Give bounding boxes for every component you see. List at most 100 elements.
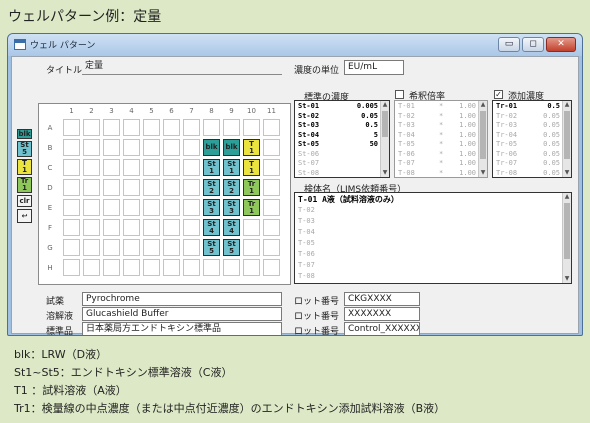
sample-row[interactable]: T-02	[295, 205, 563, 216]
std-conc-row[interactable]: St-01 0.005	[295, 102, 381, 111]
spike-row[interactable]: Tr-06 0.05	[493, 150, 563, 159]
dilution-row[interactable]: T-02 * 1.00	[395, 112, 479, 121]
dilution-row[interactable]: T-07 * 1.00	[395, 159, 479, 168]
unit-input[interactable]: EU/mL	[344, 60, 404, 75]
plate-cell[interactable]	[103, 119, 120, 136]
plate-cell[interactable]	[103, 159, 120, 176]
sample-row[interactable]: T-04	[295, 227, 563, 238]
plate-cell[interactable]	[163, 119, 180, 136]
sample-row[interactable]: T-03	[295, 216, 563, 227]
plate-cell[interactable]	[223, 119, 240, 136]
plate-well[interactable]: St 2	[203, 179, 220, 196]
plate-well[interactable]: St 5	[203, 239, 220, 256]
plate-cell[interactable]	[183, 199, 200, 216]
sample-row[interactable]: T-06	[295, 249, 563, 260]
scroll-up-icon[interactable]: ▲	[479, 101, 487, 109]
plate-cell[interactable]	[63, 239, 80, 256]
plate-cell[interactable]	[143, 199, 160, 216]
scroll-up-icon[interactable]: ▲	[563, 193, 571, 201]
spike-scrollbar[interactable]: ▲ ▼	[562, 101, 571, 177]
plate-cell[interactable]	[143, 219, 160, 236]
palette-item-5[interactable]: clr	[17, 195, 32, 207]
plate-cell[interactable]	[123, 139, 140, 156]
samples-scrollbar[interactable]: ▲ ▼	[562, 193, 571, 283]
minimize-button[interactable]: ▭	[498, 37, 520, 52]
plate-cell[interactable]	[63, 259, 80, 276]
plate-well[interactable]: T1	[243, 159, 260, 176]
scroll-up-icon[interactable]: ▲	[563, 101, 571, 109]
plate-cell[interactable]	[263, 259, 280, 276]
spike-row[interactable]: Tr-03 0.05	[493, 121, 563, 130]
plate-well[interactable]: St 4	[203, 219, 220, 236]
plate-cell[interactable]	[83, 259, 100, 276]
plate-cell[interactable]	[123, 179, 140, 196]
dilution-row[interactable]: T-08 * 1.00	[395, 169, 479, 178]
scroll-thumb[interactable]	[382, 111, 388, 137]
spike-row[interactable]: Tr-02 0.05	[493, 112, 563, 121]
lot-number-input[interactable]: CKGXXXX	[344, 292, 420, 306]
plate-cell[interactable]	[183, 259, 200, 276]
reagent-input[interactable]: Glucashield Buffer	[82, 307, 282, 321]
palette-item-2[interactable]: St 5	[17, 141, 32, 157]
plate-cell[interactable]	[183, 139, 200, 156]
plate-cell[interactable]	[103, 259, 120, 276]
sample-row[interactable]: T-08	[295, 271, 563, 282]
close-button[interactable]: ✕	[546, 37, 576, 52]
plate-cell[interactable]	[63, 219, 80, 236]
plate-cell[interactable]	[263, 159, 280, 176]
plate-well[interactable]: St 4	[223, 219, 240, 236]
reagent-input[interactable]: Pyrochrome	[82, 292, 282, 306]
plate-cell[interactable]	[83, 139, 100, 156]
plate-cell[interactable]	[243, 119, 260, 136]
plate-cell[interactable]	[103, 179, 120, 196]
dilution-row[interactable]: T-01 * 1.00	[395, 102, 479, 111]
plate-cell[interactable]	[243, 259, 260, 276]
plate-cell[interactable]	[183, 239, 200, 256]
spike-checkbox[interactable]: ✓	[494, 90, 503, 99]
spike-row[interactable]: Tr-01 0.5	[493, 102, 563, 111]
maximize-button[interactable]: ◻	[522, 37, 544, 52]
plate-cell[interactable]	[63, 199, 80, 216]
plate-cell[interactable]	[103, 139, 120, 156]
plate-cell[interactable]	[103, 199, 120, 216]
palette-item-4[interactable]: Tr 1	[17, 177, 32, 193]
plate-cell[interactable]	[163, 239, 180, 256]
plate-cell[interactable]	[263, 139, 280, 156]
std-conc-list[interactable]: St-01 0.005 St-02 0.05 St-03 0.5 St-04 5 St-05 50…	[294, 100, 390, 178]
reagent-input[interactable]: 日本薬局方エンドトキシン標準品	[82, 322, 282, 335]
dilution-row[interactable]: T-06 * 1.00	[395, 150, 479, 159]
plate-cell[interactable]	[143, 239, 160, 256]
plate-cell[interactable]	[143, 179, 160, 196]
samples-list[interactable]: T-01 A液（試料溶液のみ） T-02 T-03 T-04 T-05 T-06 T-07 T…	[294, 192, 572, 284]
palette-item-3[interactable]: T1	[17, 159, 32, 175]
plate-cell[interactable]	[163, 159, 180, 176]
plate-cell[interactable]	[123, 219, 140, 236]
plate-cell[interactable]	[143, 159, 160, 176]
sample-row[interactable]: T-01 A液（試料溶液のみ）	[295, 194, 563, 205]
plate-well[interactable]: St 1	[223, 159, 240, 176]
scroll-thumb[interactable]	[480, 111, 486, 159]
plate-cell[interactable]	[123, 259, 140, 276]
palette-item-1[interactable]: blk	[17, 129, 32, 139]
plate-cell[interactable]	[83, 199, 100, 216]
plate-cell[interactable]	[123, 239, 140, 256]
spike-row[interactable]: Tr-05 0.05	[493, 140, 563, 149]
plate-cell[interactable]	[263, 239, 280, 256]
scroll-down-icon[interactable]: ▼	[381, 169, 389, 177]
plate-cell[interactable]	[243, 219, 260, 236]
plate-well[interactable]: St 3	[223, 199, 240, 216]
std-conc-row[interactable]: St-07	[295, 159, 381, 168]
dilution-list[interactable]: T-01 * 1.00 T-02 * 1.00 T-03 * 1.00 T-04 * 1.00 T-05…	[394, 100, 488, 178]
std-conc-row[interactable]: St-06	[295, 150, 381, 159]
plate-cell[interactable]	[183, 119, 200, 136]
plate-cell[interactable]	[203, 119, 220, 136]
sample-row[interactable]: T-05	[295, 238, 563, 249]
plate-well[interactable]: St 2	[223, 179, 240, 196]
plate-cell[interactable]	[123, 159, 140, 176]
std-conc-row[interactable]: St-04 5	[295, 131, 381, 140]
plate-cell[interactable]	[123, 199, 140, 216]
std-conc-row[interactable]: St-08	[295, 169, 381, 178]
dilution-row[interactable]: T-05 * 1.00	[395, 140, 479, 149]
std-conc-scrollbar[interactable]: ▲ ▼	[380, 101, 389, 177]
spike-row[interactable]: Tr-08 0.05	[493, 169, 563, 178]
